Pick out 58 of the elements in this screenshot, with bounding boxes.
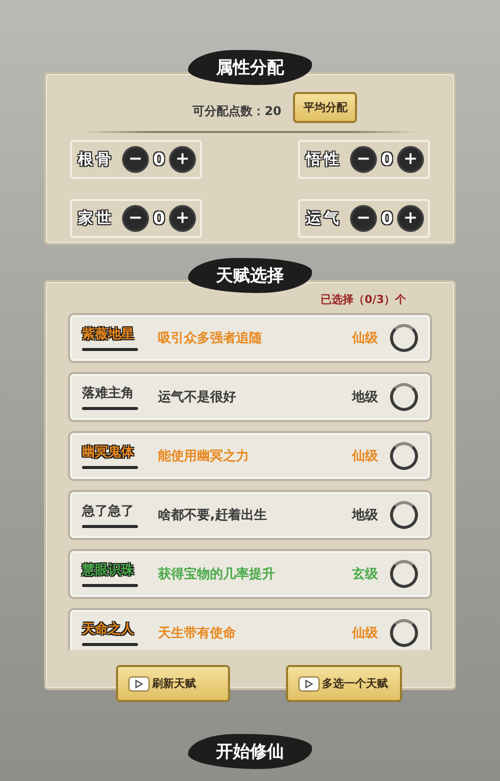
stat-label: 家世 (78, 209, 115, 228)
ring-icon (390, 501, 418, 529)
section-title: 天赋选择 (188, 258, 312, 293)
ring-icon (390, 383, 418, 411)
talent-grade: 仙级 (352, 448, 378, 465)
talent-grade: 仙级 (352, 330, 378, 347)
brush-underline (82, 348, 138, 351)
talent-description: 获得宝物的几率提升 (158, 566, 276, 583)
talent-name: 落难主角 (82, 384, 135, 402)
stat-label: 根骨 (78, 150, 115, 169)
talent-row[interactable]: 急了急了 啥都不要,赶着出生 地级 (68, 490, 432, 540)
selection-counter: 已选择（0/3）个 (320, 292, 407, 308)
stat-value: 0 (380, 150, 394, 170)
stat-value: 0 (380, 208, 394, 228)
video-button[interactable]: 刷新天赋 (116, 665, 230, 702)
stat-value: 0 (152, 208, 166, 228)
stat-value: 0 (152, 150, 166, 170)
talent-row[interactable]: 落难主角 运气不是很好 地级 (68, 372, 432, 422)
plus-button[interactable]: + (169, 146, 196, 173)
section-title: 属性分配 (188, 50, 312, 85)
talent-description: 啥都不要,赶着出生 (158, 506, 268, 524)
talent-name: 慧眼识珠 (82, 562, 135, 579)
video-icon (128, 676, 150, 692)
brush-underline (82, 466, 138, 469)
plus-button[interactable]: + (397, 146, 424, 173)
talent-description: 天生带有使命 (158, 625, 237, 642)
stat-label: 运气 (306, 209, 343, 228)
ring-icon (390, 619, 418, 647)
average-button[interactable]: 平均分配 (293, 92, 358, 123)
minus-button[interactable]: − (122, 205, 149, 232)
start-button[interactable]: 开始修仙 (188, 734, 312, 769)
brush-underline (82, 525, 138, 528)
talent-description: 能使用幽冥之力 (158, 448, 250, 465)
talent-grade: 仙级 (352, 625, 378, 642)
stat-label: 悟性 (306, 150, 343, 169)
talent-description: 吸引众多强者追随 (158, 330, 263, 347)
talent-name: 急了急了 (82, 503, 135, 520)
talent-name: 天命之人 (82, 620, 135, 638)
talent-name: 紫薇地星 (82, 326, 135, 343)
minus-button[interactable]: − (350, 146, 377, 173)
video-button[interactable]: 多选一个天赋 (286, 665, 402, 702)
plus-button[interactable]: + (169, 205, 196, 232)
ring-icon (390, 324, 418, 352)
minus-button[interactable]: − (350, 205, 377, 232)
talent-grade: 玄级 (352, 566, 378, 583)
points-label: 可分配点数：20 (192, 103, 282, 120)
video-icon (298, 676, 320, 692)
brush-underline (82, 407, 138, 410)
brush-underline (82, 584, 138, 587)
plus-button[interactable]: + (397, 205, 424, 232)
ring-icon (390, 560, 418, 588)
brush-underline (82, 643, 138, 646)
talent-name: 幽冥鬼体 (82, 444, 135, 461)
talent-grade: 地级 (352, 507, 378, 524)
talent-grade: 地级 (352, 389, 378, 406)
ring-icon (390, 442, 418, 470)
minus-button[interactable]: − (122, 146, 149, 173)
talent-description: 运气不是很好 (158, 389, 237, 406)
